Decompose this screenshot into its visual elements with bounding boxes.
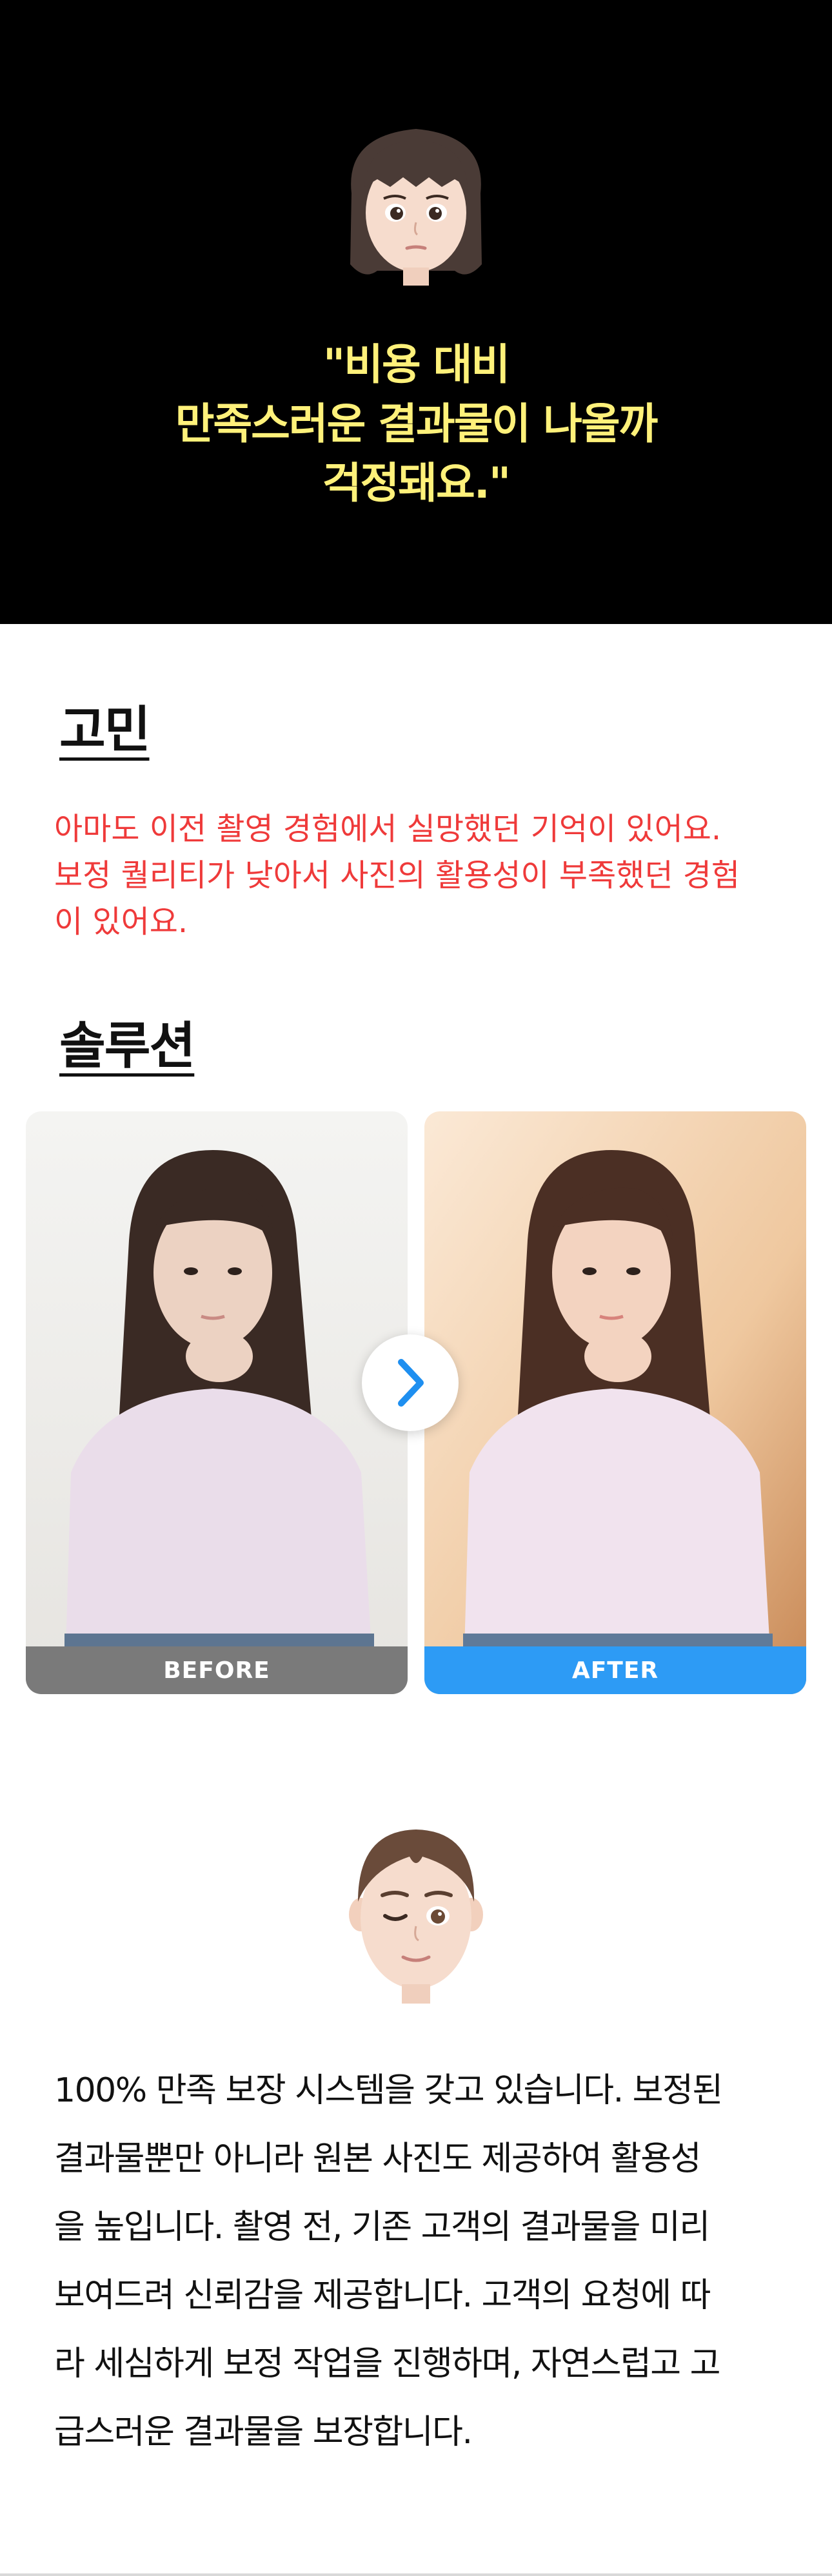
- worry-title: 고민: [59, 701, 151, 759]
- after-photo-card: AFTER: [424, 1111, 806, 1694]
- hero-section: "비용 대비 만족스러운 결과물이 나올까 걱정돼요.": [0, 0, 832, 624]
- winking-man-avatar-icon: [349, 1830, 483, 2004]
- solution-line-5: 라 세심하게 보정 작업을 진행하며, 자연스럽고 고: [54, 2345, 721, 2383]
- before-photo: [26, 1111, 408, 1694]
- solution-line-1: 100% 만족 보장 시스템을 갖고 있습니다. 보정된: [54, 2071, 723, 2110]
- solution-description: 100% 만족 보장 시스템을 갖고 있습니다. 보정된 결과물뿐만 아니라 원…: [54, 2056, 789, 2466]
- worry-line-2: 보정 퀄리티가 낮아서 사진의 활용성이 부족했던 경험: [54, 857, 740, 893]
- before-photo-card: BEFORE: [26, 1111, 408, 1694]
- solution-line-6: 급스러운 결과물을 보장합니다.: [54, 2413, 473, 2452]
- hero-quote: "비용 대비 만족스러운 결과물이 나올까 걱정돼요.": [0, 335, 832, 513]
- chevron-right-icon: [398, 1359, 424, 1407]
- solution-title: 솔루션: [59, 1017, 195, 1075]
- solution-line-3: 을 높입니다. 촬영 전, 기존 고객의 결과물을 미리: [54, 2208, 710, 2247]
- hero-quote-line-2: 만족스러운 결과물이 나올까: [175, 399, 659, 449]
- girl-avatar-icon: [350, 129, 482, 286]
- before-label: BEFORE: [26, 1646, 408, 1694]
- bottom-divider: [0, 2573, 832, 2576]
- compare-arrow-button[interactable]: [362, 1334, 459, 1431]
- hero-quote-line-1: "비용 대비: [322, 340, 510, 389]
- after-photo: [424, 1111, 806, 1694]
- solution-line-4: 보여드려 신뢰감을 제공합니다. 고객의 요청에 따: [54, 2276, 711, 2315]
- after-label: AFTER: [424, 1646, 806, 1694]
- hero-quote-line-3: 걱정돼요.": [322, 458, 511, 508]
- worry-line-3: 이 있어요.: [54, 904, 188, 940]
- worry-description: 아마도 이전 촬영 경험에서 실망했던 기억이 있어요. 보정 퀄리티가 낮아서…: [54, 806, 783, 945]
- solution-line-2: 결과물뿐만 아니라 원본 사진도 제공하여 활용성: [54, 2140, 701, 2178]
- worry-line-1: 아마도 이전 촬영 경험에서 실망했던 기억이 있어요.: [54, 811, 722, 847]
